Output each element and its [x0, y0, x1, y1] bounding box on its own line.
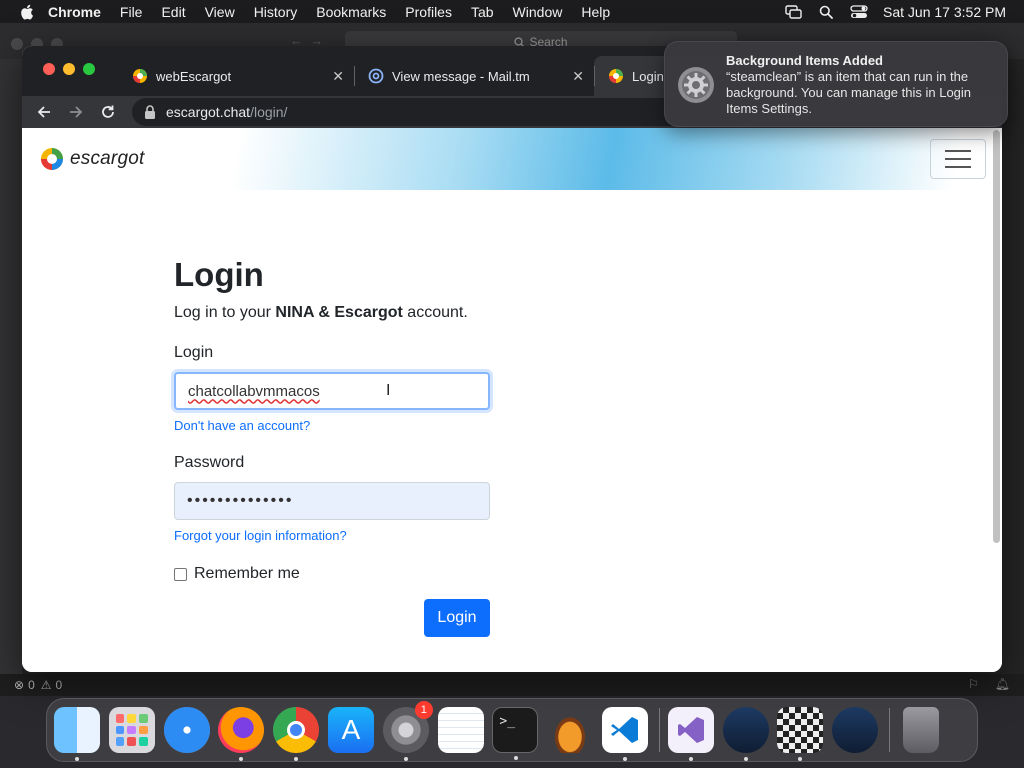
menu-window[interactable]: Window — [513, 4, 563, 20]
bell-icon[interactable]: 🔔︎ — [995, 677, 1010, 691]
error-count[interactable]: 0 — [28, 678, 35, 692]
chess-icon[interactable] — [777, 707, 824, 761]
address-bar[interactable]: escargot.chat/login/ — [132, 98, 752, 126]
web-page: escargot Login Log in to your NINA & Esc… — [22, 128, 1002, 672]
chrome-window: webEscargot ✕ View message - Mail.tm ✕ L… — [22, 46, 1002, 672]
hamburger-icon-line — [945, 158, 971, 160]
back-arrow-icon[interactable] — [33, 101, 55, 123]
steam-icon[interactable] — [722, 707, 769, 761]
login-label: Login — [174, 344, 214, 361]
launchpad-icon[interactable] — [108, 707, 155, 753]
text-cursor-icon: I — [386, 382, 391, 399]
lock-icon[interactable] — [144, 105, 156, 119]
scrollbar-thumb[interactable] — [993, 130, 1000, 543]
minimize-window-button[interactable] — [63, 63, 75, 75]
visual-studio-icon[interactable] — [667, 707, 714, 761]
finder-icon[interactable] — [54, 707, 100, 761]
tab-title: Login — [632, 68, 664, 84]
error-icon: ⊗ — [14, 678, 25, 692]
signup-link[interactable]: Don't have an account? — [174, 418, 310, 433]
notification-title: Background Items Added — [726, 53, 883, 68]
hamburger-icon-line — [945, 150, 971, 152]
warning-icon: ⚠ — [40, 678, 52, 692]
garageband-icon[interactable] — [547, 707, 594, 753]
page-title: Login — [174, 256, 264, 293]
chrome-icon[interactable] — [273, 707, 320, 761]
subtitle-text-start: Log in to your — [174, 304, 276, 321]
terminal-icon[interactable]: >_ — [492, 707, 539, 760]
dock-separator — [658, 708, 660, 752]
menu-file[interactable]: File — [120, 4, 143, 20]
remember-me-checkbox[interactable] — [174, 567, 187, 581]
menu-edit[interactable]: Edit — [161, 4, 185, 20]
site-brand[interactable]: escargot — [40, 145, 144, 173]
menu-history[interactable]: History — [254, 4, 298, 20]
navbar-toggle-button[interactable] — [930, 139, 986, 179]
subtitle-brand: NINA & Escargot — [275, 304, 403, 321]
forward-arrow-icon[interactable] — [65, 101, 87, 123]
warning-count[interactable]: 0 — [56, 678, 63, 692]
remember-me-row[interactable]: Remember me — [174, 565, 300, 583]
textedit-icon[interactable] — [437, 707, 484, 753]
reload-icon[interactable] — [97, 101, 119, 123]
menu-bookmarks[interactable]: Bookmarks — [316, 4, 386, 20]
steam-icon[interactable] — [832, 707, 879, 753]
login-input[interactable]: chatcollabvmmacos I — [174, 372, 490, 410]
site-navbar: escargot — [22, 128, 1002, 190]
tab-title: webEscargot — [156, 68, 232, 84]
escargot-favicon-icon — [609, 69, 623, 83]
menu-tab[interactable]: Tab — [471, 4, 494, 20]
password-input[interactable]: •••••••••••••• — [174, 482, 490, 520]
screen-mirroring-icon[interactable] — [784, 4, 802, 19]
close-tab-icon[interactable]: ✕ — [332, 68, 344, 85]
gear-icon — [678, 67, 714, 103]
close-window-button[interactable] — [43, 63, 55, 75]
menu-clock[interactable]: Sat Jun 17 3:52 PM — [883, 4, 1006, 20]
safari-icon[interactable] — [163, 707, 210, 753]
page-subtitle: Log in to your NINA & Escargot account. — [174, 304, 468, 322]
notification-badge: 1 — [414, 701, 433, 719]
menu-app-name[interactable]: Chrome — [48, 4, 101, 20]
tab-title: View message - Mail.tm — [392, 68, 530, 84]
firefox-icon[interactable] — [218, 707, 265, 761]
menu-view[interactable]: View — [205, 4, 235, 20]
brand-name: escargot — [70, 148, 145, 169]
menu-bar: Chrome File Edit View History Bookmarks … — [0, 0, 1024, 23]
apple-icon[interactable] — [20, 4, 34, 20]
escargot-logo-icon — [41, 148, 63, 170]
background-status-bar: ⊗ 0 ⚠ 0 ⚐ 🔔︎ — [0, 674, 1024, 696]
spotlight-search-icon[interactable] — [817, 5, 835, 19]
zoom-window-button[interactable] — [83, 63, 95, 75]
close-tab-icon[interactable]: ✕ — [572, 68, 584, 85]
remember-me-label[interactable]: Remember me — [194, 565, 300, 583]
system-settings-icon[interactable]: 1 — [382, 701, 433, 761]
mail-at-icon — [368, 68, 384, 84]
menu-profiles[interactable]: Profiles — [405, 4, 452, 20]
app-store-icon[interactable]: A — [327, 707, 374, 753]
hamburger-icon-line — [945, 166, 971, 168]
password-input-value: •••••••••••••• — [187, 492, 294, 509]
login-input-value: chatcollabvmmacos — [188, 382, 320, 400]
background-activity-bar — [0, 59, 22, 679]
escargot-favicon-icon — [133, 69, 147, 83]
dock: A 1 >_ — [46, 698, 978, 762]
control-center-icon[interactable] — [850, 4, 868, 19]
vscode-icon[interactable] — [601, 707, 648, 761]
password-label: Password — [174, 454, 245, 471]
url-path: /login/ — [250, 104, 288, 120]
feedback-icon[interactable]: ⚐ — [968, 677, 979, 691]
dock-separator — [888, 708, 890, 752]
trash-icon[interactable] — [902, 707, 939, 753]
tab-mail[interactable]: View message - Mail.tm ✕ — [354, 56, 594, 96]
login-submit-button[interactable]: Login — [424, 599, 490, 637]
page-scrollbar[interactable] — [992, 128, 1000, 543]
url-host: escargot.chat — [166, 104, 251, 120]
notification-body: “steamclean” is an item that can run in … — [726, 69, 972, 116]
subtitle-text-end: account. — [402, 304, 468, 321]
menu-help[interactable]: Help — [581, 4, 610, 20]
window-controls — [43, 63, 95, 75]
notification-banner[interactable]: Background Items Added “steamclean” is a… — [664, 41, 1008, 127]
tab-webescargot[interactable]: webEscargot ✕ — [118, 56, 354, 96]
forgot-login-link[interactable]: Forgot your login information? — [174, 528, 347, 543]
